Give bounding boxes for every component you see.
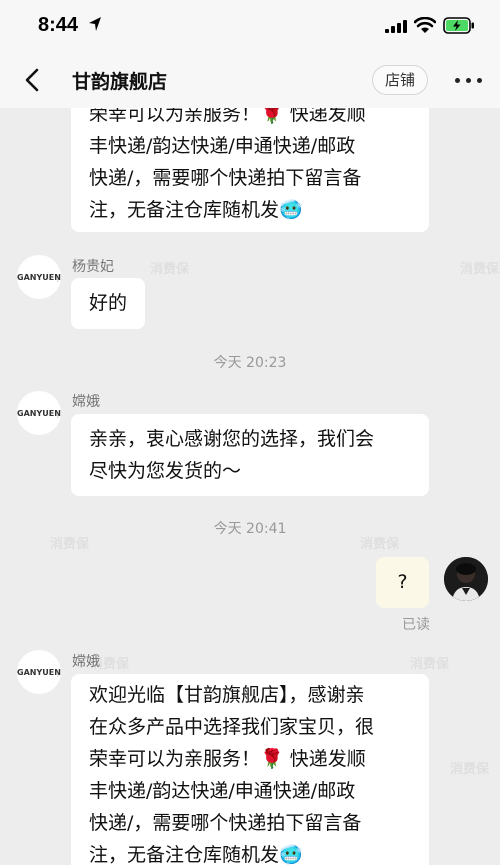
timestamp: 今天 20:23 [213,355,287,371]
shop-avatar[interactable]: GANYUEN ⋮ [17,650,61,694]
message-line: 丰快递/韵达快递/申通快递/邮政 [89,135,356,157]
message-line: 欢迎光临【甘韵旗舰店】，感谢亲 [89,684,365,706]
message-line: 荣幸可以为亲服务！🌹 快递发顺 [89,748,366,770]
message-bubble-mine[interactable]: ? [376,557,429,608]
message-line: ? [397,571,408,593]
svg-text:⋮: ⋮ [55,412,61,419]
message-bubble[interactable]: 欢迎光临【甘韵旗舰店】，感谢亲 在众多产品中选择我们家宝贝，很 荣幸可以为亲服务… [71,674,429,865]
message-line: 快递/，需要哪个快递拍下留言备 [89,167,362,189]
message-line: 尽快为您发货的～ [89,460,242,482]
message-bubble[interactable]: 好的 [71,278,146,329]
signal-icon [385,20,407,33]
watermark: 消费保 [150,262,190,277]
svg-text:⋮: ⋮ [55,671,61,678]
message-bubble[interactable]: 亲亲，衷心感谢您的选择，我们会 尽快为您发货的～ [71,414,429,496]
shop-avatar[interactable]: GANYUEN ⋮ [17,391,61,435]
message-line: 快递/，需要哪个快递拍下留言备 [89,812,362,834]
status-bar: 8:44 [0,0,500,50]
message-line: 荣幸可以为亲服务！🌹 快递发顺 [89,108,366,125]
user-avatar[interactable] [444,557,488,601]
wifi-icon [414,17,436,33]
chat-area[interactable]: 消费保 消费保 消费保 消费保 消费保 消费保 消费保 消费保 消费保 荣幸可以… [0,108,500,865]
battery-charging-icon [443,17,474,34]
message-bubble[interactable]: 荣幸可以为亲服务！🌹 快递发顺 丰快递/韵达快递/申通快递/邮政 快递/，需要哪… [71,108,429,232]
watermark: 消费保 [460,262,500,277]
nav-bar: 甘韵旗舰店 店铺 [0,50,500,108]
message-line: 注，无备注仓库随机发🥶 [89,844,303,865]
sender-name: 杨贵妃 [72,259,114,275]
chat-title: 甘韵旗舰店 [72,71,168,93]
more-horizontal-icon[interactable] [452,68,486,92]
timestamp: 今天 20:41 [213,521,287,537]
message-line: 好的 [89,292,128,314]
message-line: 注，无备注仓库随机发🥶 [89,199,303,221]
svg-text:⋮: ⋮ [55,276,61,283]
message-line: 丰快递/韵达快递/申通快递/邮政 [89,780,356,802]
message-line: 亲亲，衷心感谢您的选择，我们会 [89,428,375,450]
message-line: 在众多产品中选择我们家宝贝，很 [89,716,375,738]
location-arrow-icon [89,17,101,31]
shop-button[interactable]: 店铺 [372,65,428,95]
read-status: 已读 [402,617,430,633]
watermark: 消费保 [410,657,450,672]
sender-name: 嫦娥 [72,654,100,670]
shop-avatar[interactable]: GANYUEN ⋮ [17,255,61,299]
watermark: 消费保 [450,762,490,777]
sender-name: 嫦娥 [72,394,100,410]
chevron-left-icon[interactable] [16,63,50,97]
status-time: 8:44 [38,14,79,36]
